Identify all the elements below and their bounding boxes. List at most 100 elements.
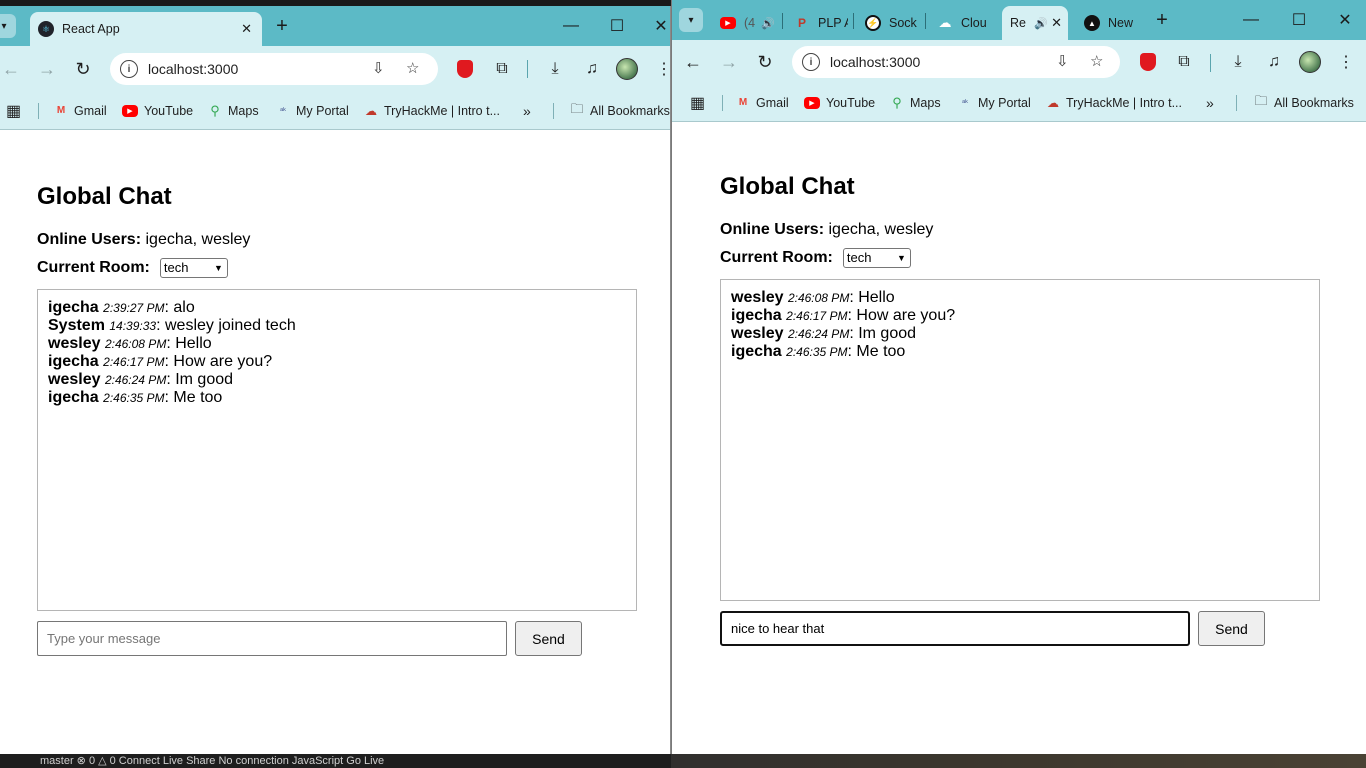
- message-username: igecha: [48, 353, 99, 370]
- bookmark-label: TryHackMe | Intro t...: [384, 103, 500, 118]
- message-text: : How are you?: [847, 307, 956, 324]
- maximize-button[interactable]: ☐: [1284, 0, 1314, 40]
- send-button[interactable]: Send: [1198, 611, 1265, 646]
- tab-new[interactable]: ▲ New: [1078, 6, 1148, 40]
- bookmark-my-portal[interactable]: ᵃᵏ My Portal: [958, 84, 1031, 121]
- address-bar[interactable]: i localhost:3000 ⇩ ☆: [110, 53, 438, 85]
- tab-search-button[interactable]: ▾: [679, 8, 703, 32]
- bookmark-star-icon[interactable]: ☆: [406, 59, 419, 77]
- bookmark-youtube[interactable]: ▶ YouTube: [804, 84, 875, 121]
- chat-message: System 14:39:33: wesley joined tech: [48, 317, 626, 335]
- message-timestamp: 2:46:24 PM: [104, 373, 167, 387]
- send-button[interactable]: Send: [515, 621, 582, 656]
- url-text: localhost:3000: [830, 54, 921, 70]
- adblock-icon[interactable]: [451, 46, 479, 92]
- online-users-value: igecha, wesley: [828, 221, 934, 238]
- chat-message: wesley 2:46:08 PM: Hello: [731, 289, 1309, 307]
- all-bookmarks-button[interactable]: 🗀 All Bookmarks: [570, 92, 669, 129]
- bookmark-maps[interactable]: ⚲ Maps: [208, 92, 258, 129]
- new-tab-button[interactable]: +: [268, 12, 296, 40]
- message-timestamp: 2:46:08 PM: [787, 291, 850, 305]
- current-room-line: Current Room: tech ▼: [37, 258, 637, 278]
- toolbar-divider: [527, 60, 528, 78]
- bookmark-gmail[interactable]: M Gmail: [736, 84, 789, 121]
- download-icon[interactable]: ⤓: [1224, 40, 1252, 84]
- socketio-icon: ⚡: [865, 15, 881, 31]
- apps-grid-icon[interactable]: ▦: [6, 92, 21, 129]
- tab-cloud[interactable]: ☁ Clou: [933, 6, 993, 40]
- message-timestamp: 2:46:17 PM: [786, 309, 848, 323]
- adblock-icon[interactable]: [1134, 40, 1162, 84]
- profile-avatar[interactable]: [613, 46, 641, 92]
- message-input[interactable]: Type your message: [37, 621, 507, 656]
- toolbar-divider: [1210, 54, 1211, 72]
- youtube-icon: ▶: [804, 96, 820, 109]
- minimize-button[interactable]: —: [556, 6, 586, 46]
- media-control-icon[interactable]: ♫: [578, 46, 606, 92]
- bookmark-my-portal[interactable]: ᵃᵏ My Portal: [276, 92, 349, 129]
- reload-button[interactable]: ↻: [750, 40, 780, 84]
- room-select[interactable]: tech ▼: [159, 258, 228, 278]
- all-bookmarks-button[interactable]: 🗀 All Bookmarks: [1254, 84, 1353, 121]
- tab-react-app[interactable]: ⚛ React App ✕: [30, 12, 262, 46]
- page-title: Global Chat: [720, 173, 855, 200]
- bookmark-label: TryHackMe | Intro t...: [1066, 95, 1182, 110]
- extensions-icon[interactable]: ⧉: [1170, 40, 1198, 84]
- back-button[interactable]: ←: [678, 40, 708, 84]
- tab-youtube[interactable]: ▶ (4 🔊: [716, 6, 778, 40]
- site-info-icon[interactable]: i: [120, 60, 138, 78]
- bookmark-gmail[interactable]: M Gmail: [54, 92, 107, 129]
- menu-icon[interactable]: ⋮: [1332, 40, 1360, 84]
- address-bar[interactable]: i localhost:3000 ⇩ ☆: [792, 46, 1120, 78]
- audio-playing-icon[interactable]: 🔊: [1034, 17, 1048, 30]
- tab-react-app[interactable]: Re 🔊 ✕: [1002, 6, 1068, 40]
- audio-playing-icon[interactable]: 🔊: [761, 17, 775, 30]
- more-bookmarks-icon[interactable]: »: [1206, 84, 1214, 121]
- tab-label: New: [1108, 16, 1134, 30]
- bookmark-tryhackme[interactable]: ☁ TryHackMe | Intro t...: [364, 92, 500, 129]
- apps-grid-icon[interactable]: ▦: [690, 84, 705, 121]
- reload-button[interactable]: ↻: [68, 46, 98, 92]
- message-list[interactable]: wesley 2:46:08 PM: Hello igecha 2:46:17 P…: [720, 279, 1320, 601]
- tab-socket[interactable]: ⚡ Sock: [861, 6, 919, 40]
- tab-plp[interactable]: P PLP A: [790, 6, 848, 40]
- taskbar: master ⊗ 0 △ 0 Connect Live Share No con…: [0, 754, 1366, 768]
- close-icon[interactable]: ✕: [1051, 15, 1062, 31]
- message-input[interactable]: nice to hear that: [720, 611, 1190, 646]
- close-window-button[interactable]: ✕: [648, 6, 670, 46]
- tab-search-button[interactable]: ▾: [0, 14, 16, 38]
- chevron-down-icon: ▾: [1, 20, 7, 32]
- cloud-icon: ☁: [1047, 95, 1059, 110]
- minimize-button[interactable]: —: [1236, 0, 1266, 40]
- bookmark-youtube[interactable]: ▶ YouTube: [122, 92, 193, 129]
- more-bookmarks-icon[interactable]: »: [523, 92, 531, 129]
- bookmark-maps[interactable]: ⚲ Maps: [890, 84, 941, 121]
- browser-window-left: ▾ ⚛ React App ✕ + — ☐ ✕ ← → ↻ i localhos…: [0, 6, 671, 758]
- page-content: Global Chat Online Users: igecha, wesley…: [672, 122, 1366, 754]
- profile-avatar[interactable]: [1296, 40, 1324, 84]
- bookmark-label: Maps: [910, 95, 941, 110]
- download-icon[interactable]: ⤓: [541, 46, 569, 92]
- message-list[interactable]: igecha 2:39:27 PM: alo System 14:39:33: w…: [37, 289, 637, 611]
- bookmark-star-icon[interactable]: ☆: [1090, 52, 1103, 70]
- forward-button[interactable]: →: [32, 46, 62, 92]
- extensions-icon[interactable]: ⧉: [488, 46, 516, 92]
- close-window-button[interactable]: ✕: [1330, 0, 1360, 40]
- chat-message: igecha 2:46:17 PM: How are you?: [48, 353, 626, 371]
- maximize-button[interactable]: ☐: [602, 6, 632, 46]
- room-select[interactable]: tech ▼: [842, 248, 911, 268]
- install-app-icon[interactable]: ⇩: [1056, 52, 1069, 70]
- site-info-icon[interactable]: i: [802, 53, 820, 71]
- message-username: igecha: [731, 307, 782, 324]
- close-icon[interactable]: ✕: [241, 21, 252, 37]
- bookmark-tryhackme[interactable]: ☁ TryHackMe | Intro t...: [1046, 84, 1182, 121]
- media-control-icon[interactable]: ♫: [1260, 40, 1288, 84]
- install-app-icon[interactable]: ⇩: [372, 59, 385, 77]
- back-button[interactable]: ←: [0, 46, 26, 92]
- chat-message: igecha 2:39:27 PM: alo: [48, 299, 626, 317]
- message-text: : Im good: [166, 371, 234, 388]
- menu-icon[interactable]: ⋮: [650, 46, 670, 92]
- forward-button[interactable]: →: [714, 40, 744, 84]
- new-tab-button[interactable]: +: [1148, 6, 1176, 34]
- message-timestamp: 14:39:33: [109, 319, 157, 333]
